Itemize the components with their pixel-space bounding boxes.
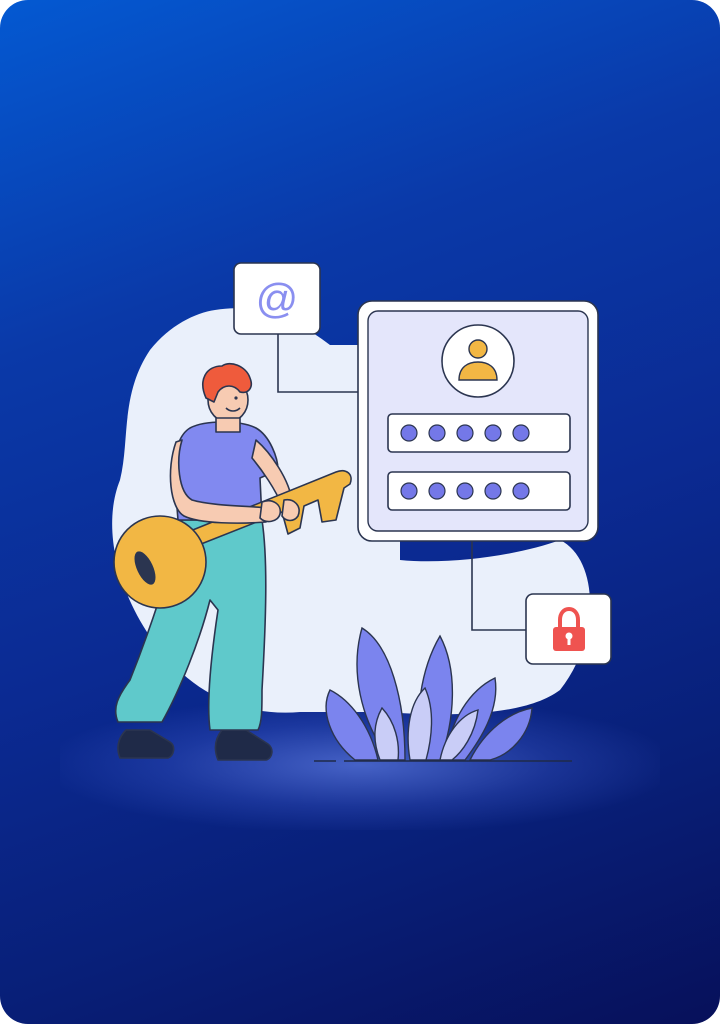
password-field	[387, 471, 571, 511]
password-mask-dot	[484, 424, 502, 442]
front-hand	[259, 499, 282, 523]
password-mask-dot	[456, 424, 474, 442]
password-mask-dot	[400, 482, 418, 500]
hero-card: @	[0, 0, 720, 1024]
password-mask-dot	[428, 482, 446, 500]
user-avatar-icon	[441, 324, 515, 398]
username-field	[387, 413, 571, 453]
password-mask-dot	[428, 424, 446, 442]
lock-card	[525, 593, 612, 665]
login-illustration: @	[112, 262, 612, 762]
email-card: @	[233, 262, 321, 335]
password-mask-dot	[484, 482, 502, 500]
left-shoe	[117, 729, 175, 759]
password-mask-dot	[512, 482, 530, 500]
password-mask-dot	[512, 424, 530, 442]
login-panel	[357, 300, 599, 542]
password-mask-dot	[456, 482, 474, 500]
at-sign-icon: @	[256, 275, 299, 322]
neck	[215, 417, 241, 433]
password-mask-dot	[400, 424, 418, 442]
back-hand	[281, 498, 300, 522]
right-shoe	[214, 729, 273, 761]
